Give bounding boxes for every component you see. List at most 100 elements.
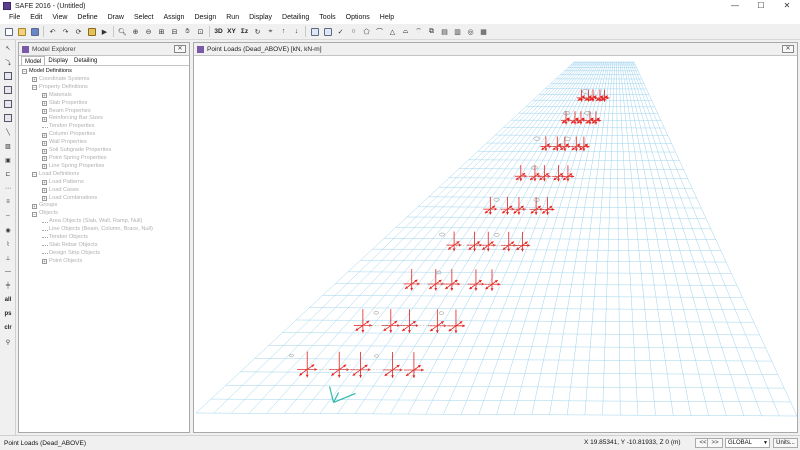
expand-icon[interactable]: + [42,101,47,107]
menu-tools[interactable]: Tools [314,12,340,24]
tree-item[interactable]: + Load Combinations [22,195,186,203]
show-undeformed-icon[interactable]: ⬠ [361,26,372,37]
show-punching-icon[interactable]: ◎ [465,26,476,37]
tree-item[interactable]: Slab Rebar Objects [22,242,186,250]
tree-item[interactable]: + Point Objects [22,258,186,266]
zoom-previous-icon[interactable]: ⊟ [169,26,180,37]
move-down-icon[interactable]: ↓ [291,26,302,37]
tree-item[interactable]: + Load Cases [22,187,186,195]
menu-run[interactable]: Run [221,12,244,24]
view-xz-button[interactable]: Σz [238,28,251,35]
draw-line-icon[interactable]: — [2,266,14,278]
expand-icon[interactable]: + [42,148,47,154]
draw-support-icon[interactable]: ⊥ [2,252,14,264]
pan-icon[interactable]: ✋︎ [182,26,193,37]
draw-spring-icon[interactable]: ⌇ [2,238,14,250]
previous-selection-button[interactable]: ps [2,308,14,320]
tree-item[interactable]: + Point Spring Properties [22,155,186,163]
menu-file[interactable]: File [4,12,25,24]
menu-help[interactable]: Help [375,12,399,24]
draw-beam-icon[interactable]: ╲ [2,126,14,138]
collapse-icon[interactable]: − [22,69,27,75]
units-button[interactable]: Units... [773,438,798,448]
tree-item[interactable]: Line Objects (Beam, Column, Brace, Null) [22,226,186,234]
refresh-icon[interactable]: ⟳ [73,26,84,37]
show-tables-icon[interactable]: ▦ [478,26,489,37]
menu-options[interactable]: Options [341,12,375,24]
draw-slab-icon[interactable] [2,84,14,96]
zoom-in-icon[interactable]: ⊕ [130,26,141,37]
tree-item[interactable]: Design Strip Objects [22,250,186,258]
tab-display[interactable]: Display [45,56,71,65]
tree-item[interactable]: + Line Spring Properties [22,163,186,171]
move-up-icon[interactable]: ↑ [278,26,289,37]
show-slab-icon[interactable]: ▤ [439,26,450,37]
tree-item[interactable]: + Reinforcing Bar Sizes [22,115,186,123]
rubber-band-zoom-icon[interactable]: ⊡ [195,26,206,37]
tree-item[interactable]: + Beam Properties [22,108,186,116]
new-file-icon[interactable] [3,26,14,37]
tree-item[interactable]: + Soil Subgrade Properties [22,147,186,155]
tree-item[interactable]: Area Objects (Slab, Wall, Ramp, Null) [22,218,186,226]
check-model-icon[interactable]: ✓ [335,26,346,37]
collapse-icon[interactable]: − [32,211,37,217]
clear-selection-button[interactable]: clr [2,322,14,334]
menu-design[interactable]: Design [189,12,221,24]
model-explorer-close-button[interactable]: ✕ [174,45,186,53]
expand-icon[interactable]: + [42,188,47,194]
tree-item[interactable]: + Column Properties [22,131,186,139]
view-3d-button[interactable]: 3D [212,28,225,35]
collapse-icon[interactable]: − [32,172,37,178]
select-all-button[interactable]: all [2,294,14,306]
undo-icon[interactable]: ↶ [47,26,58,37]
set-display-options-icon[interactable] [322,26,333,37]
tree-item[interactable]: − Model Definitions [22,68,186,76]
draw-rectangle-icon[interactable] [2,98,14,110]
menu-display[interactable]: Display [244,12,277,24]
rotate-view-icon[interactable]: ↻ [252,26,263,37]
expand-icon[interactable]: + [42,156,47,162]
draw-dimension-icon[interactable]: ⇔ [2,210,14,222]
coordinate-system-select[interactable]: GLOBAL ▼ [725,438,770,448]
expand-icon[interactable]: + [32,203,37,209]
tree-item[interactable]: + Materials [22,92,186,100]
draw-opening-icon[interactable] [2,112,14,124]
draw-tendon-icon[interactable]: ⋯ [2,182,14,194]
menu-detailing[interactable]: Detailing [277,12,314,24]
draw-column-icon[interactable]: ▣ [2,154,14,166]
model-3d-view[interactable] [194,56,797,432]
expand-icon[interactable]: + [42,93,47,99]
perspective-icon[interactable]: ⌖ [265,26,276,37]
redo-icon[interactable]: ↷ [60,26,71,37]
select-grid-icon[interactable]: ╪ [2,280,14,292]
zoom-out-icon[interactable]: ⊖ [143,26,154,37]
show-strip-icon[interactable]: ⧉ [426,26,437,37]
show-reactions-icon[interactable]: ⌓ [400,26,411,37]
next-story-button[interactable]: >> [707,438,723,448]
circle-icon[interactable]: ○ [348,26,359,37]
show-loads-icon[interactable]: △ [387,26,398,37]
expand-icon[interactable]: + [42,195,47,201]
draw-area-icon[interactable] [2,70,14,82]
expand-icon[interactable]: + [42,108,47,114]
draw-rebar-icon[interactable]: ≡ [2,196,14,208]
lock-icon[interactable] [86,26,97,37]
draw-strip-icon[interactable]: ⊏ [2,168,14,180]
tree-item[interactable]: − Property Definitions [22,84,186,92]
expand-icon[interactable]: + [32,77,37,83]
tree-item[interactable]: Tendon Properties [22,123,186,131]
close-button[interactable]: ✕ [774,0,800,12]
expand-icon[interactable]: + [42,164,47,170]
pointer-icon[interactable]: ↖ [2,42,14,54]
menu-view[interactable]: View [47,12,72,24]
tab-detailing[interactable]: Detailing [71,56,100,65]
expand-icon[interactable]: + [42,259,47,265]
save-icon[interactable] [29,26,40,37]
show-deformed-icon[interactable]: ⌒ [374,26,385,37]
zoom-window-icon[interactable]: 🔍︎ [117,26,128,37]
collapse-icon[interactable]: − [32,85,37,91]
menu-define[interactable]: Define [72,12,102,24]
maximize-button[interactable]: ☐ [748,0,774,12]
tree-item[interactable]: + Groups [22,202,186,210]
tree-item[interactable]: + Load Patterns [22,179,186,187]
